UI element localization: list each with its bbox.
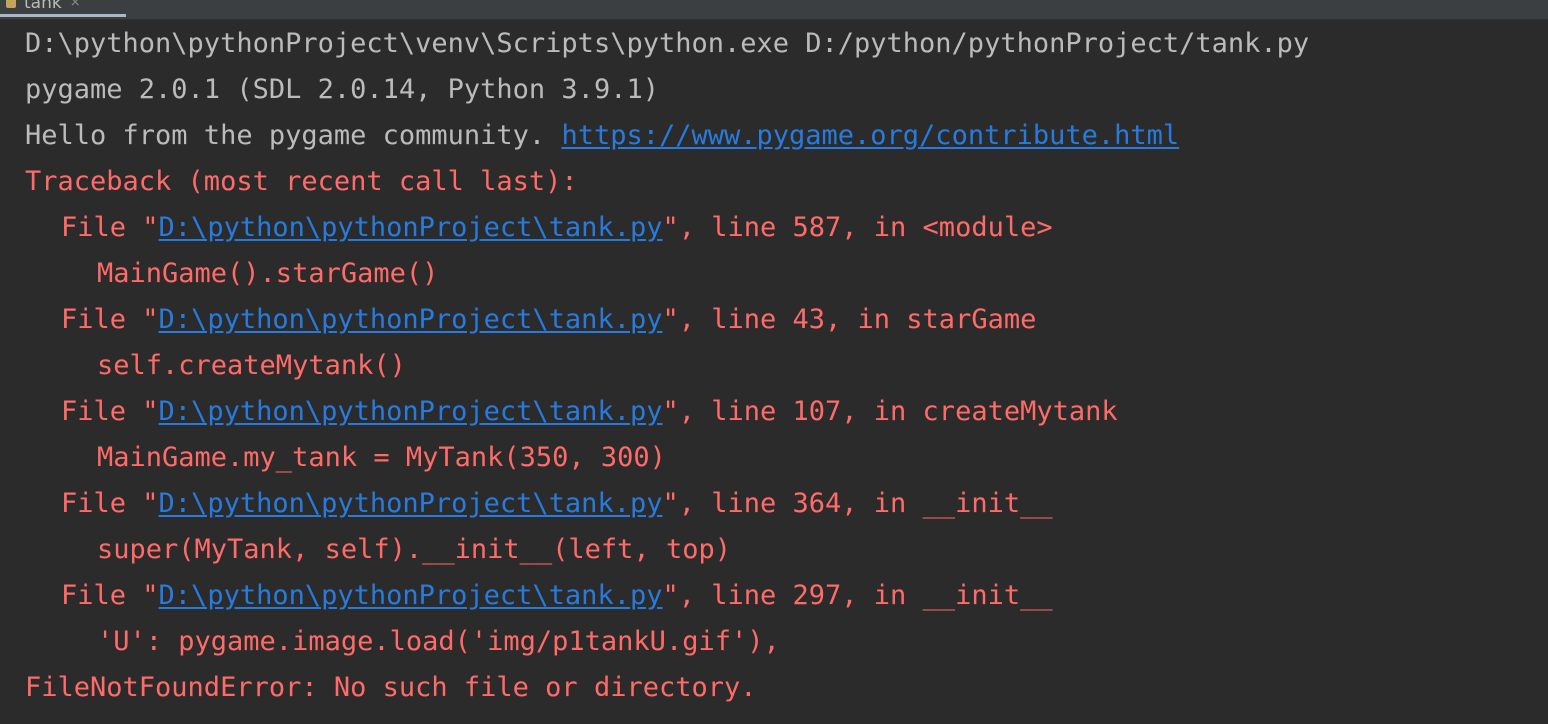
traceback-frame: File "D:\python\pythonProject\tank.py", …	[61, 212, 1053, 243]
traceback-frame: File "D:\python\pythonProject\tank.py", …	[61, 580, 1053, 611]
traceback-code: super(MyTank, self).__init__(left, top)	[97, 534, 731, 565]
tab-title: tank	[24, 0, 62, 13]
tab-tank[interactable]: tank ×	[0, 0, 126, 17]
file-link[interactable]: D:\python\pythonProject\tank.py	[159, 396, 663, 427]
hello-text: Hello from the pygame community.	[25, 120, 562, 151]
pygame-version-line: pygame 2.0.1 (SDL 2.0.14, Python 3.9.1)	[25, 74, 659, 105]
close-icon[interactable]: ×	[70, 0, 81, 10]
hello-line: Hello from the pygame community. https:/…	[25, 113, 1548, 159]
command-line: D:\python\pythonProject\venv\Scripts\pyt…	[25, 28, 1310, 59]
traceback-frame: File "D:\python\pythonProject\tank.py", …	[61, 304, 1037, 335]
python-file-icon	[6, 0, 16, 8]
traceback-code: self.createMytank()	[97, 350, 406, 381]
traceback-code: MainGame().starGame()	[97, 258, 439, 289]
traceback-frame: File "D:\python\pythonProject\tank.py", …	[61, 488, 1053, 519]
error-message: FileNotFoundError: No such file or direc…	[25, 672, 757, 703]
traceback-code: 'U': pygame.image.load('img/p1tankU.gif'…	[97, 626, 780, 657]
contribute-link[interactable]: https://www.pygame.org/contribute.html	[561, 120, 1179, 151]
run-tab-bar: tank ×	[0, 0, 1548, 20]
traceback-frame: File "D:\python\pythonProject\tank.py", …	[61, 396, 1118, 427]
file-link[interactable]: D:\python\pythonProject\tank.py	[159, 304, 663, 335]
traceback-code: MainGame.my_tank = MyTank(350, 300)	[97, 442, 666, 473]
file-link[interactable]: D:\python\pythonProject\tank.py	[159, 488, 663, 519]
run-console-output: D:\python\pythonProject\venv\Scripts\pyt…	[25, 21, 1548, 724]
file-link[interactable]: D:\python\pythonProject\tank.py	[159, 580, 663, 611]
file-link[interactable]: D:\python\pythonProject\tank.py	[159, 212, 663, 243]
traceback-header: Traceback (most recent call last):	[25, 166, 578, 197]
